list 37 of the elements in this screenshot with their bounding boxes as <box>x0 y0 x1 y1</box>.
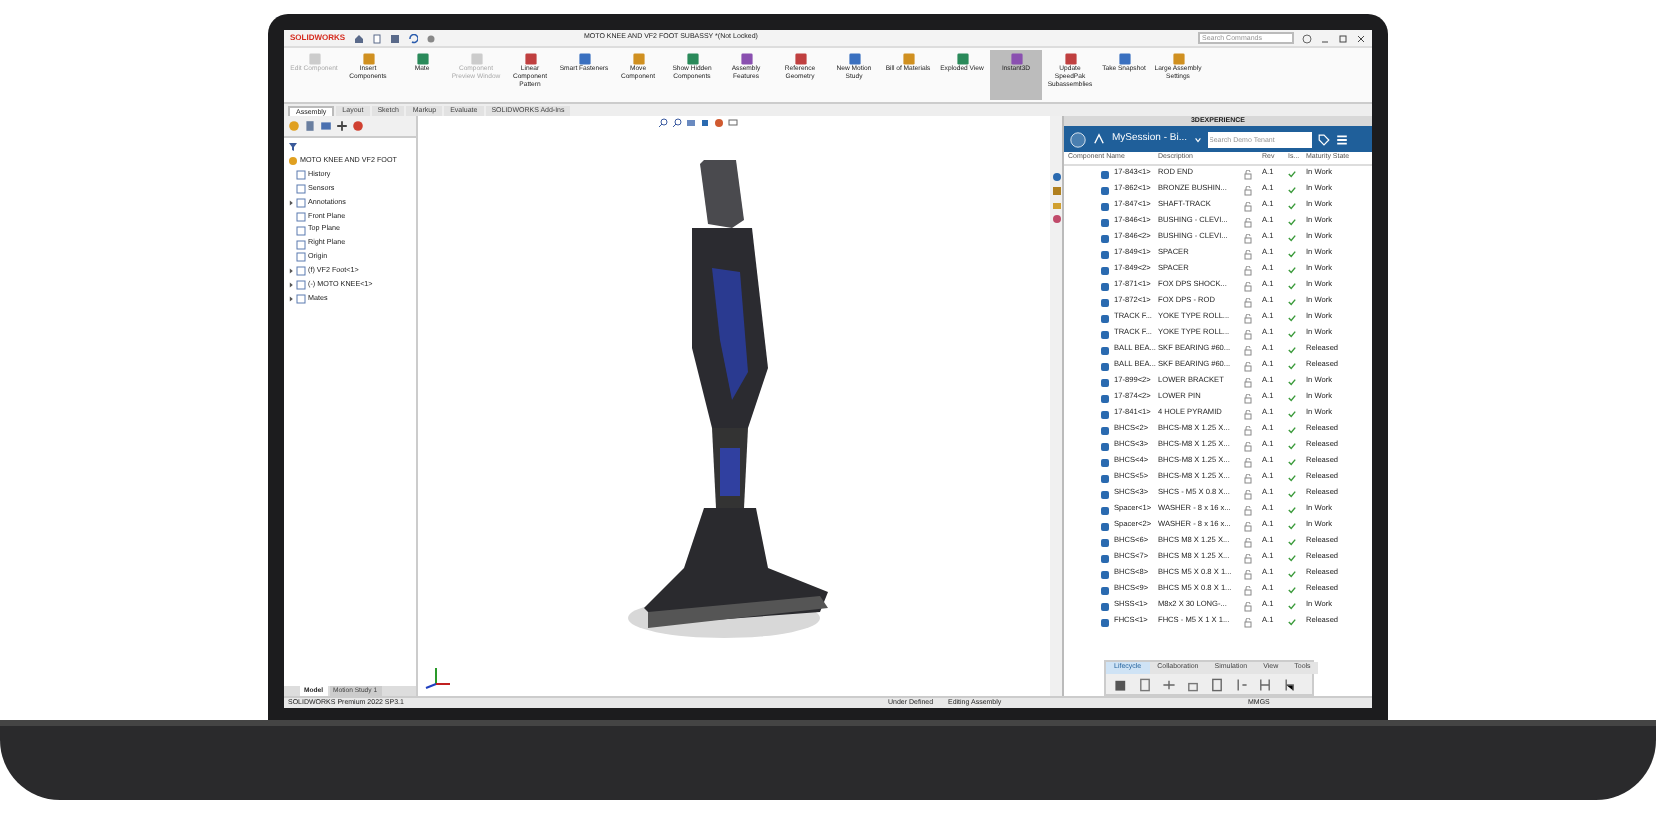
logo-icon <box>1092 132 1106 146</box>
tag-icon[interactable] <box>1317 133 1330 145</box>
tool-icon <box>1063 52 1077 66</box>
caret-icon[interactable] <box>1193 135 1202 143</box>
tool-icon <box>901 52 915 66</box>
tool-icon <box>415 52 429 66</box>
filter-icon[interactable] <box>288 142 298 152</box>
close-icon[interactable] <box>1356 33 1366 43</box>
undo-icon[interactable] <box>408 33 418 43</box>
tool-icon <box>955 52 969 66</box>
display-style-icon[interactable] <box>700 118 710 128</box>
crosshair-icon[interactable] <box>336 120 348 132</box>
tool-icon <box>847 52 861 66</box>
expand-arrow-icon[interactable] <box>288 199 294 206</box>
tool-icon <box>739 52 753 66</box>
tool-icon <box>1171 52 1185 66</box>
save-icon[interactable] <box>390 33 400 43</box>
monitor-icon[interactable] <box>728 118 738 128</box>
zoom-icon[interactable] <box>658 118 668 128</box>
expand-arrow-icon[interactable] <box>288 296 294 303</box>
menu-icon[interactable] <box>1335 133 1348 145</box>
tool-icon <box>523 52 537 66</box>
maximize-icon[interactable] <box>1338 33 1348 43</box>
tool-icon <box>685 52 699 66</box>
view-orientation-icon[interactable] <box>686 118 696 128</box>
tool-icon <box>631 52 645 66</box>
tool-icon <box>361 52 375 66</box>
tool-icon <box>577 52 591 66</box>
tool-icon <box>1009 52 1023 66</box>
zoom-area-icon[interactable] <box>672 118 682 128</box>
assembly-icon <box>288 156 298 167</box>
tool-icon <box>793 52 807 66</box>
expand-arrow-icon[interactable] <box>288 282 294 289</box>
tool-icon <box>1117 52 1131 66</box>
expand-arrow-icon[interactable] <box>288 268 294 275</box>
axis-triad-drawing <box>424 664 452 692</box>
home-icon[interactable] <box>354 33 364 43</box>
